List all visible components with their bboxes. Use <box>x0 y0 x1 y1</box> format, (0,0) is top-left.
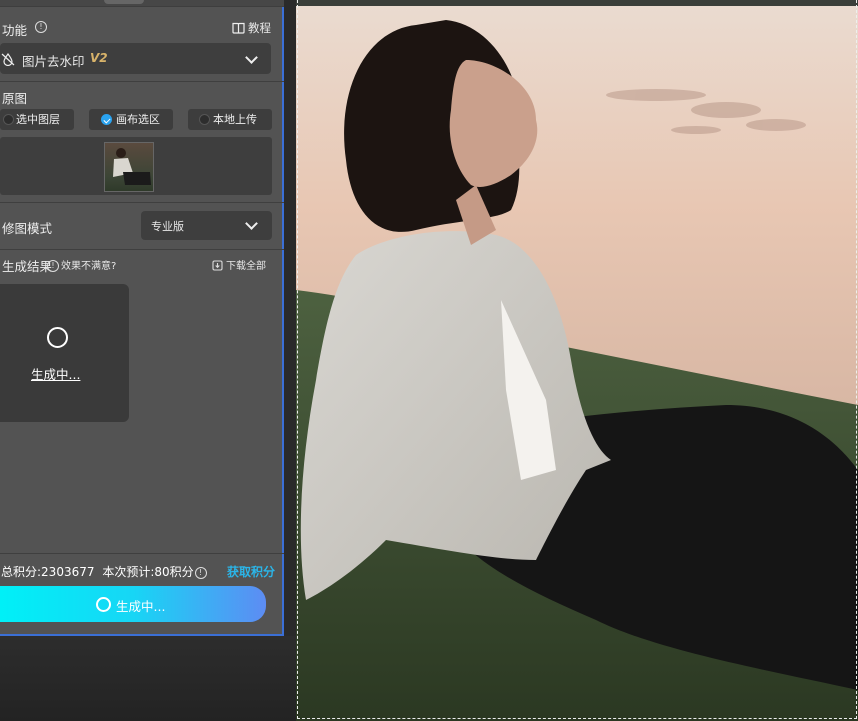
divider <box>0 202 284 203</box>
book-icon <box>232 22 245 34</box>
source-option-local-upload[interactable]: 本地上传 <box>188 109 272 130</box>
generating-status: 生成中... <box>31 367 81 382</box>
generate-button[interactable]: 生成中... <box>0 586 266 622</box>
loading-spinner-icon <box>96 597 111 612</box>
chevron-down-icon <box>245 217 258 230</box>
radio-checked-icon <box>101 114 112 125</box>
mode-select[interactable]: 专业版 <box>141 211 272 240</box>
thumbnail-image <box>113 148 151 185</box>
workspace-background <box>0 636 296 721</box>
total-points: 总积分:2303677 <box>1 565 95 579</box>
source-option-canvas-selection[interactable]: 画布选区 <box>89 109 173 130</box>
info-icon: ! <box>47 260 59 272</box>
download-all-button[interactable]: 下载全部 <box>212 257 266 272</box>
source-option-selected-layer[interactable]: 选中图层 <box>0 109 74 130</box>
tutorial-label: 教程 <box>248 21 271 35</box>
divider <box>0 249 284 250</box>
function-select-name: 图片去水印 <box>22 54 85 69</box>
info-icon[interactable]: ! <box>35 21 47 33</box>
mode-label: 修图模式 <box>2 221 53 236</box>
watermark-off-icon <box>1 52 15 66</box>
download-icon <box>212 260 223 271</box>
points-info: 总积分:2303677 本次预计:80积分! <box>1 563 207 580</box>
version-badge: V2 <box>90 51 108 65</box>
divider <box>0 81 284 82</box>
canvas-image[interactable] <box>296 0 858 721</box>
source-option-label: 选中图层 <box>16 113 60 126</box>
divider <box>0 553 284 554</box>
source-thumbnail[interactable] <box>104 142 154 192</box>
left-panel: 功能 ! 教程 图片去水印 V2 原图 选中图层 画布选区 本地上传 修图模式 … <box>0 0 284 636</box>
tutorial-link[interactable]: 教程 <box>232 20 271 36</box>
unsatisfied-label: 效果不满意? <box>61 261 117 272</box>
source-label: 原图 <box>2 91 28 106</box>
download-all-label: 下载全部 <box>226 261 266 272</box>
mode-value: 专业版 <box>151 220 184 233</box>
result-card: 生成中... <box>0 284 129 422</box>
generate-button-label: 生成中... <box>116 599 166 614</box>
panel-top-strip <box>0 0 284 7</box>
source-option-label: 本地上传 <box>213 113 257 126</box>
photo-woman-by-lake <box>296 0 858 721</box>
function-label: 功能 <box>2 23 28 38</box>
function-select[interactable]: 图片去水印 V2 <box>0 43 271 74</box>
function-row: 功能 ! 教程 <box>0 18 284 38</box>
result-label: 生成结果 <box>2 259 53 274</box>
source-thumbnail-area <box>0 137 272 195</box>
radio-icon <box>3 114 14 125</box>
radio-icon <box>199 114 210 125</box>
info-icon[interactable]: ! <box>194 566 207 579</box>
unsatisfied-link[interactable]: ! 效果不满意? <box>47 257 116 272</box>
get-points-link[interactable]: 获取积分 <box>227 563 275 580</box>
estimate-points: 本次预计:80积分 <box>102 565 194 579</box>
loading-spinner-icon <box>47 327 68 348</box>
source-option-label: 画布选区 <box>116 113 160 126</box>
top-pill <box>104 0 144 4</box>
chevron-down-icon <box>245 51 258 64</box>
